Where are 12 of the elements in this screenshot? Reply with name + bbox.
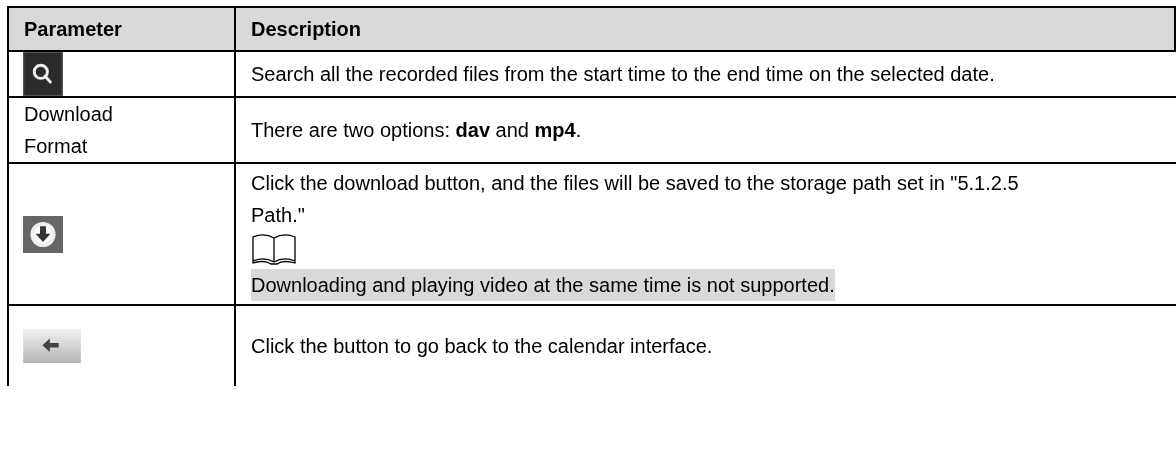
- search-button-icon: [23, 52, 63, 96]
- back-button-icon: [23, 329, 81, 363]
- parameter-name: Download Format: [23, 102, 114, 159]
- column-header: Description: [236, 8, 1176, 52]
- description-text: Search all the recorded files from the start time to the end time on the selected date.: [251, 62, 996, 87]
- note-text: Downloading and playing video at the same time is not supported.: [251, 269, 835, 301]
- download-button-icon: [23, 215, 63, 253]
- description-text: There are two options: dav and mp4.: [251, 118, 583, 143]
- description-text: Click the button to go back to the calendar interface.: [251, 334, 714, 359]
- open-book-icon: [251, 233, 297, 267]
- description-text: Click the download button, and the files will be saved to the storage path set in "5.1.2.5 Path.": [251, 171, 1020, 228]
- column-header: Parameter: [9, 8, 236, 52]
